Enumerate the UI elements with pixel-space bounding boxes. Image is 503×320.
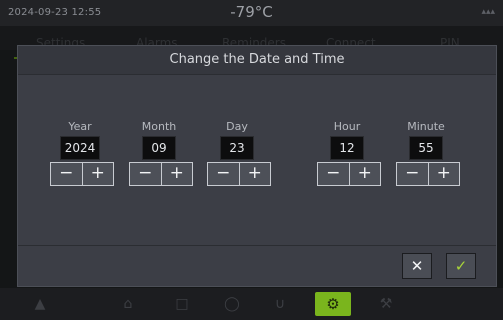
hour-value: 12 — [330, 136, 364, 160]
day-stepper: − + — [207, 162, 271, 186]
day-field: Day 23 − + — [207, 120, 271, 186]
minute-decrement-button[interactable]: − — [397, 163, 428, 185]
year-label: Year — [68, 120, 92, 133]
date-time-dialog: Change the Date and Time Year 2024 − + M… — [17, 45, 497, 287]
wrench-icon[interactable]: ⚒ — [376, 296, 396, 312]
hour-label: Hour — [333, 120, 361, 133]
hour-increment-button[interactable]: + — [348, 163, 380, 185]
minute-value: 55 — [409, 136, 443, 160]
day-increment-button[interactable]: + — [238, 163, 270, 185]
hour-stepper: − + — [317, 162, 381, 186]
hour-decrement-button[interactable]: − — [318, 163, 349, 185]
hour-field: Hour 12 − + — [317, 120, 381, 186]
status-bar: 2024-09-23 12:55 -79°C ▴▴▴ — [0, 0, 503, 26]
bottom-nav: ▲ ⌂ □ ◯ ∪ ⚒ — [0, 288, 503, 320]
day-label: Day — [226, 120, 248, 133]
year-decrement-button[interactable]: − — [51, 163, 82, 185]
year-field: Year 2024 − + — [50, 120, 114, 186]
month-value: 09 — [142, 136, 176, 160]
minute-increment-button[interactable]: + — [427, 163, 459, 185]
chart-icon[interactable]: □ — [172, 296, 192, 312]
month-stepper: − + — [129, 162, 193, 186]
year-value: 2024 — [60, 136, 100, 160]
month-field: Month 09 − + — [129, 120, 193, 186]
year-stepper: − + — [50, 162, 114, 186]
month-increment-button[interactable]: + — [160, 163, 192, 185]
cancel-button[interactable]: ✕ — [402, 253, 432, 279]
bell-icon[interactable]: ▲ — [30, 296, 50, 312]
confirm-button[interactable]: ✓ — [446, 253, 476, 279]
gear-icon[interactable]: ⚙ — [315, 292, 351, 316]
home-icon[interactable]: ⌂ — [118, 296, 138, 312]
minute-field: Minute 55 − + — [396, 120, 460, 186]
signal-icon: ▴▴▴ — [481, 7, 495, 17]
chamber-temperature: -79°C — [230, 3, 273, 21]
month-label: Month — [141, 120, 177, 133]
minute-stepper: − + — [396, 162, 460, 186]
door-icon[interactable]: ∪ — [270, 296, 290, 312]
info-icon[interactable]: ◯ — [222, 296, 242, 312]
minute-label: Minute — [407, 120, 445, 133]
year-increment-button[interactable]: + — [81, 163, 113, 185]
month-decrement-button[interactable]: − — [130, 163, 161, 185]
day-value: 23 — [220, 136, 254, 160]
day-decrement-button[interactable]: − — [208, 163, 239, 185]
dialog-divider — [18, 245, 496, 246]
dialog-title: Change the Date and Time — [18, 46, 496, 75]
